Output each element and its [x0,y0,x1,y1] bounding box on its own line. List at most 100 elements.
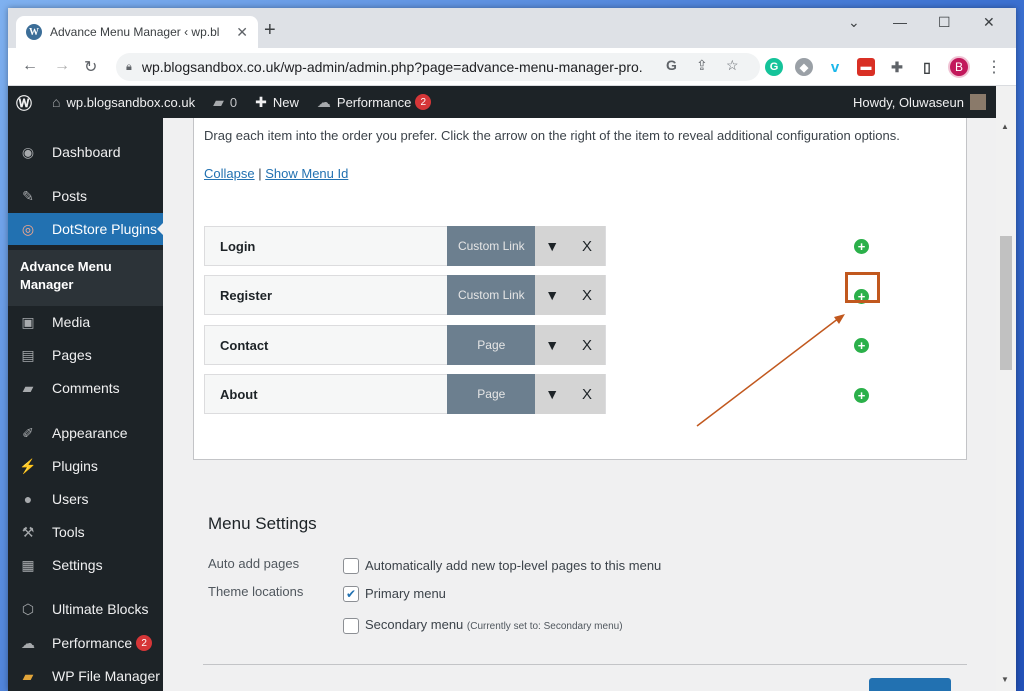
primary-menu-checkbox[interactable]: ✔ [343,586,359,602]
remove-button[interactable]: X [569,226,605,266]
wrench-icon: ⚒ [21,523,35,540]
site-name-link[interactable]: ⌂ wp.blogsandbox.co.uk [52,94,195,110]
menu-item-type: Page [447,325,536,365]
sidebar-item-label: Ultimate Blocks [52,601,149,617]
page-scrollbar[interactable]: ▲ ▼ [996,86,1016,691]
sidebar-item-tools[interactable]: ⚒ Tools [8,516,163,548]
scroll-thumb[interactable] [1000,236,1012,370]
remove-button[interactable]: X [569,275,605,315]
comments-link[interactable]: ▰ 0 [213,94,237,111]
vimeo-icon[interactable]: v [826,58,844,76]
performance-link[interactable]: ☁ Performance 2 [316,93,432,111]
address-bar[interactable]: 🔒︎ wp.blogsandbox.co.uk/wp-admin/admin.p… [116,53,760,81]
settings-divider [203,664,967,665]
submenu-advance-menu-manager[interactable]: Advance Menu Manager [8,250,163,306]
menu-item-row[interactable]: Contact Page ▼ X [204,325,606,365]
sidebar-item-performance[interactable]: ☁ Performance 2 [8,627,163,659]
howdy-text: Howdy, Oluwaseun [852,94,964,110]
sidebar-item-plugins[interactable]: ⚡ Plugins [8,450,163,482]
secondary-menu-note: (Currently set to: Secondary menu) [466,621,623,632]
sidebar-item-users[interactable]: ● Users [8,483,163,515]
save-menu-button[interactable] [869,678,951,691]
sidebar-item-label: Settings [52,557,103,573]
remove-button[interactable]: X [569,325,605,365]
menu-item-name: Login [220,238,256,254]
new-tab-button[interactable]: + [264,20,276,40]
menu-item-name: About [220,386,258,402]
performance-badge: 2 [415,94,432,110]
theme-locations-label: Theme locations [208,584,304,599]
panel-links: Collapse | Show Menu Id [204,166,348,181]
tab-title: Advance Menu Manager ‹ wp.bl [50,25,220,39]
profile-avatar[interactable]: B [948,56,970,78]
add-item-plus-icon[interactable]: + [854,388,869,403]
menu-item-type: Page [447,374,536,414]
sidebar-item-pages[interactable]: ▤ Pages [8,339,163,371]
account-menu[interactable]: Howdy, Oluwaseun [853,94,986,110]
share-icon[interactable]: ⇪ [696,57,708,74]
google-icon[interactable]: G [666,57,677,73]
caret-down-icon[interactable]: ▼ [535,275,570,315]
tab-search-icon[interactable]: ⌄ [848,14,860,31]
folder-icon: ▰ [22,667,34,684]
comments-count: 0 [229,94,238,110]
record-extension-icon[interactable]: ▬ [857,58,875,76]
sidebar-item-posts[interactable]: ✎ Posts [8,180,163,212]
side-panel-icon[interactable]: ▯ [918,58,936,76]
menu-item-name: Register [220,287,273,303]
caret-down-icon[interactable]: ▼ [535,374,570,414]
menu-settings-title: Menu Settings [208,514,317,533]
plus-icon: ✚ [255,93,267,110]
show-menu-id-link[interactable]: Show Menu Id [265,166,348,181]
tab-strip: W Advance Menu Manager ‹ wp.bl ✕ + ⌄ — ☐… [8,8,1016,48]
browser-tab[interactable]: W Advance Menu Manager ‹ wp.bl ✕ [16,16,258,48]
close-window-button[interactable]: ✕ [983,14,995,31]
caret-down-icon[interactable]: ▼ [535,226,570,266]
sidebar-item-appearance[interactable]: ✐ Appearance [8,417,163,449]
menu-item-row[interactable]: Register Custom Link ▼ X [204,275,606,315]
sidebar-item-media[interactable]: ▣ Media [8,306,163,338]
sidebar-item-label: Performance [52,635,133,651]
grammarly-icon[interactable]: G [765,58,783,76]
caret-down-icon[interactable]: ▼ [535,325,570,365]
url-text[interactable]: wp.blogsandbox.co.uk/wp-admin/admin.php?… [142,59,642,75]
new-label: New [272,94,299,110]
sidebar-item-dotstore-plugins[interactable]: ◎ DotStore Plugins [8,213,163,245]
minimize-button[interactable]: — [893,14,907,30]
user-avatar [970,94,986,110]
site-name: wp.blogsandbox.co.uk [66,94,196,110]
kebab-menu-icon[interactable]: ⋮ [986,57,1002,77]
auto-add-checkbox[interactable] [343,558,359,574]
menu-item-row[interactable]: About Page ▼ X [204,374,606,414]
sidebar-item-label: Comments [52,380,120,396]
performance-icon: ☁ [316,93,331,110]
sidebar-item-dashboard[interactable]: ◉ Dashboard [8,136,163,168]
menu-item-name: Contact [220,337,269,353]
scroll-up-icon[interactable]: ▲ [1001,122,1009,131]
back-icon[interactable]: ← [22,57,38,75]
wp-logo-icon[interactable]: Ⓦ [16,90,38,114]
collapse-link[interactable]: Collapse [204,166,255,181]
new-content-link[interactable]: ✚ New [255,94,299,111]
sidebar-item-label: Appearance [52,425,128,441]
bookmark-star-icon[interactable]: ☆ [726,57,739,74]
remove-button[interactable]: X [569,374,605,414]
add-item-plus-icon[interactable]: + [854,239,869,254]
menu-item-row[interactable]: Login Custom Link ▼ X [204,226,606,266]
sidebar-item-settings[interactable]: ▦ Settings [8,549,163,581]
forward-icon[interactable]: → [54,57,70,75]
reload-icon[interactable]: ↻ [84,57,97,77]
close-tab-icon[interactable]: ✕ [236,24,248,41]
extensions-puzzle-icon[interactable]: ✚ [888,58,906,76]
shield-extension-icon[interactable]: ◆ [795,58,813,76]
maximize-button[interactable]: ☐ [938,14,951,31]
secondary-menu-label: Secondary menu (Currently set to: Second… [365,617,623,632]
sidebar-item-wp-file-manager[interactable]: ▰ WP File Manager [8,660,163,691]
secondary-menu-checkbox[interactable] [343,618,359,634]
sidebar-item-comments[interactable]: ▰ Comments [8,372,163,404]
scroll-down-icon[interactable]: ▼ [1001,675,1009,684]
sidebar-item-ultimate-blocks[interactable]: ⬡ Ultimate Blocks [8,593,163,625]
lock-icon[interactable]: 🔒︎ [126,61,132,74]
add-item-plus-icon[interactable]: + [854,338,869,353]
sidebar-item-label: WP File Manager [52,668,160,684]
